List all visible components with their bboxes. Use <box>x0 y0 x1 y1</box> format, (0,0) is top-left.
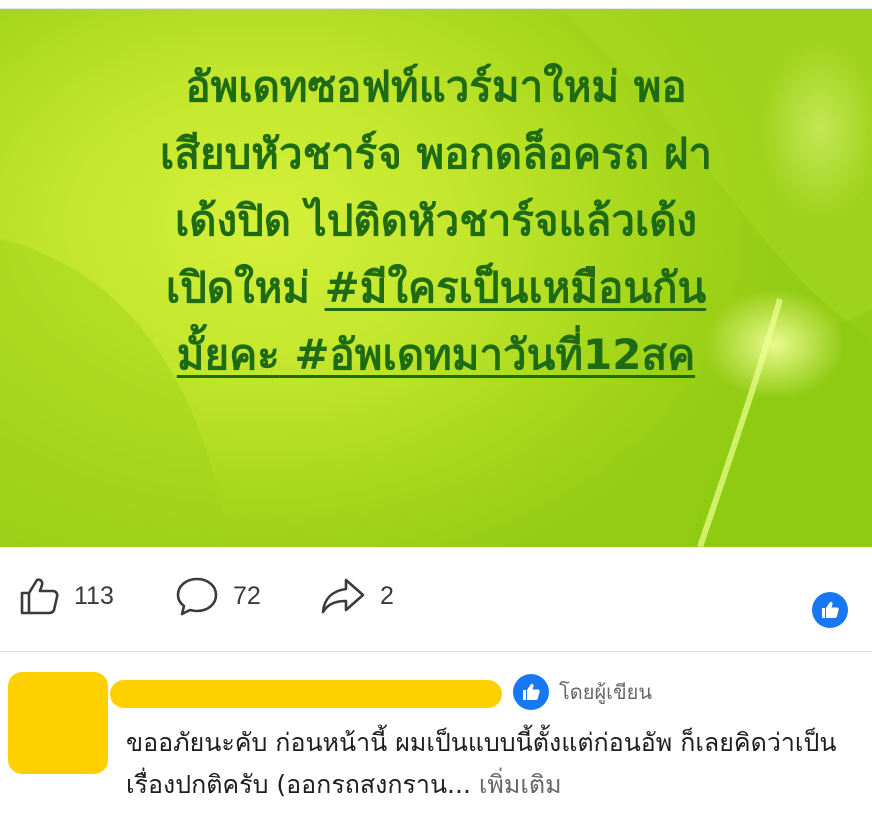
post-text-line-2: เสียบหัวชาร์จ พอกดล็อครถ ฝา <box>160 129 712 178</box>
comment-text: ขออภัยนะคับ ก่อนหน้านี้ ผมเป็นแบบนี้ตั้ง… <box>126 722 846 806</box>
share-arrow-icon <box>321 578 365 614</box>
thumbs-up-outline-icon <box>20 578 59 615</box>
post-background: อัพเดทซอฟท์แวร์มาใหม่ พอ เสียบหัวชาร์จ พ… <box>0 9 872 547</box>
post-text: อัพเดทซอฟท์แวร์มาใหม่ พอ เสียบหัวชาร์จ พ… <box>36 53 836 388</box>
post-text-line-4: เปิดใหม่ #มีใครเป็นเหมือนกัน <box>36 254 836 321</box>
share-count: 2 <box>380 581 394 610</box>
hashtag-link-1-end[interactable]: มั้ยคะ <box>177 330 280 379</box>
like-reaction-icon <box>513 674 549 710</box>
see-more-link[interactable]: เพิ่มเติม <box>479 770 562 799</box>
commenter-name-redacted[interactable] <box>110 680 502 708</box>
hashtag-link-1[interactable]: #มีใครเป็นเหมือนกัน <box>325 263 707 312</box>
post-text-line-4-plain: เปิดใหม่ <box>165 263 325 312</box>
author-badge-label: โดยผู้เขียน <box>559 680 653 704</box>
comment-count: 72 <box>233 581 261 610</box>
post-text-line-5: มั้ยคะ #อัพเดทมาวันที่12สค <box>36 321 836 388</box>
author-badge: โดยผู้เขียน <box>513 674 652 710</box>
like-count: 113 <box>74 581 114 610</box>
post-text-line-1: อัพเดทซอฟท์แวร์มาใหม่ พอ <box>185 62 687 111</box>
top-strip <box>0 0 872 9</box>
share-button[interactable]: 2 <box>320 574 394 618</box>
post-text-line-3: เด้งปิด ไปติดหัวชาร์จแล้วเด้ง <box>174 196 698 245</box>
like-button[interactable]: 113 <box>18 574 114 618</box>
section-divider <box>0 651 872 652</box>
comment-button[interactable]: 72 <box>175 574 261 618</box>
post-actions-bar: 113 72 2 <box>0 548 872 658</box>
avatar[interactable] <box>8 672 108 774</box>
thumbs-up-filled-icon <box>523 683 540 700</box>
thumbs-up-filled-icon <box>822 601 839 618</box>
comment-item: โดยผู้เขียน ขออภัยนะคับ ก่อนหน้านี้ ผมเป… <box>0 660 872 821</box>
speech-bubble-icon <box>176 577 218 616</box>
like-reaction-icon <box>812 592 848 628</box>
hashtag-link-2[interactable]: #อัพเดทมาวันที่12สค <box>280 330 695 379</box>
